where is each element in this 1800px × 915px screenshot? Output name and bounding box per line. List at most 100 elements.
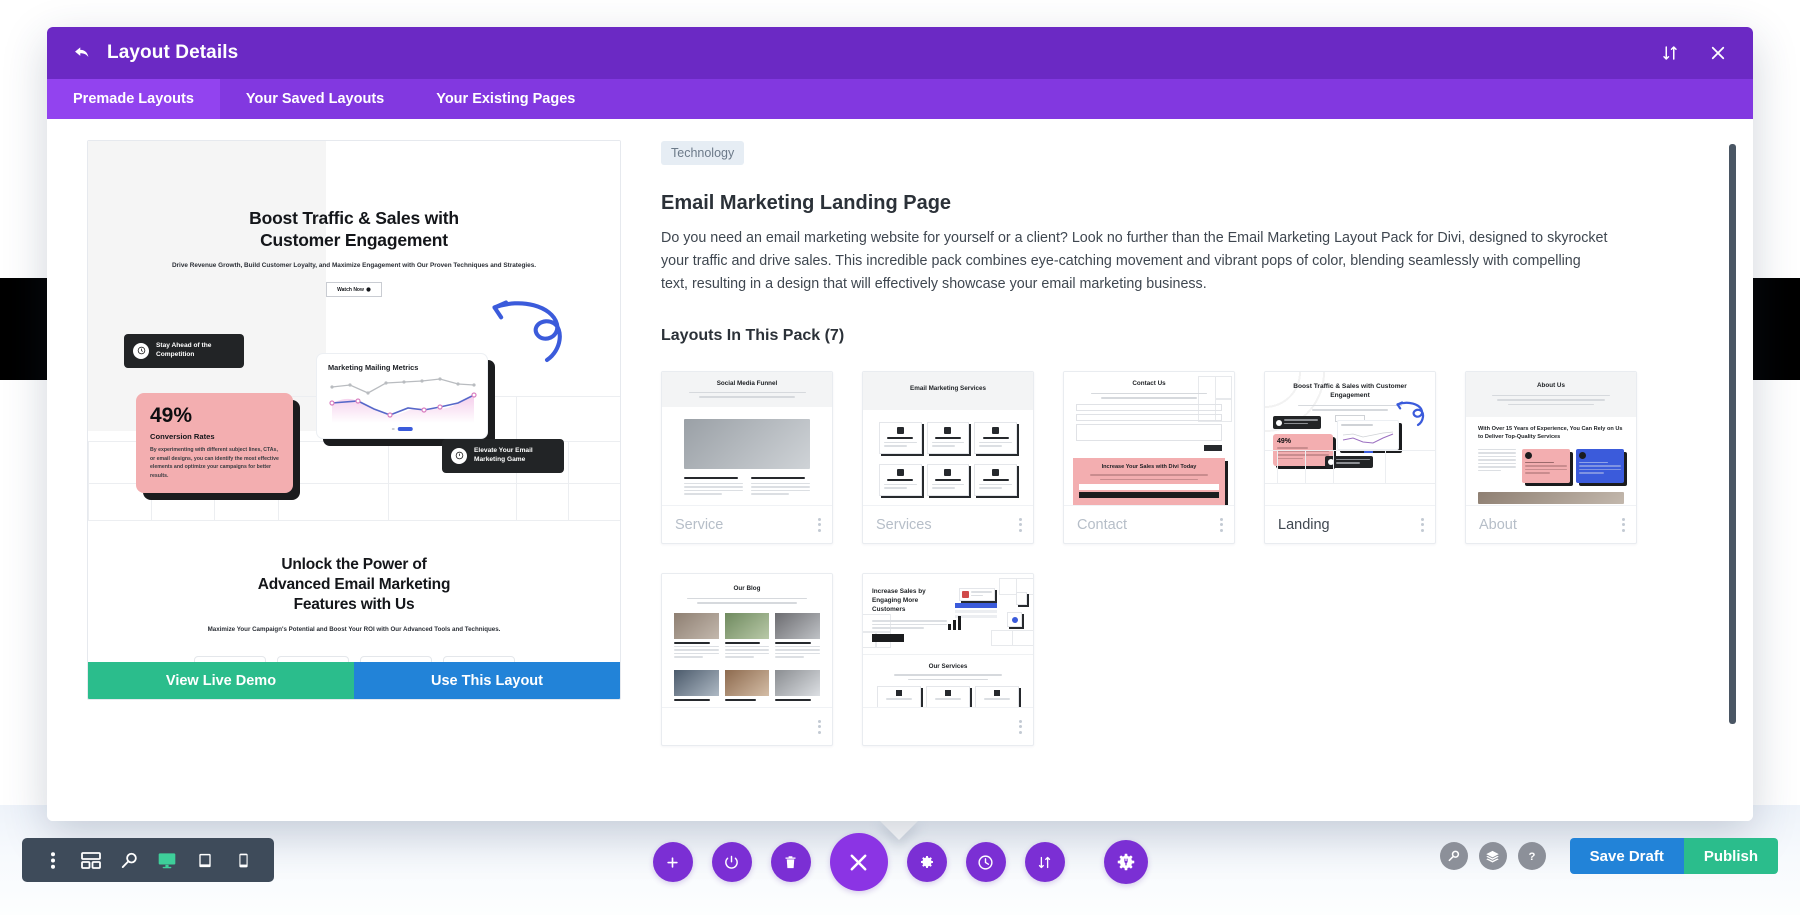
thumb-title: Boost Traffic & Sales with Customer Enga… [1287,383,1413,400]
play-circle-icon [366,287,371,292]
layout-card-about[interactable]: About Us With Over 15 Years of Experienc… [1465,371,1637,544]
lower-title-line-3: Features with Us [128,595,580,615]
layout-card-menu-icon[interactable] [818,518,821,532]
sort-updown-icon[interactable] [1659,42,1681,64]
svg-text:?: ? [1528,851,1535,863]
help-question-icon[interactable]: ? [1518,842,1546,870]
layout-preview-scroll[interactable]: Boost Traffic & Sales with Customer Enga… [88,141,620,662]
chip-elevate-label: Elevate Your Email Marketing Game [474,447,552,465]
layout-card-footer [863,707,1033,745]
close-x-icon[interactable] [1707,42,1729,64]
thumb-title: Social Media Funnel [672,380,822,388]
history-clock-icon[interactable] [966,842,1006,882]
gear-settings-icon[interactable] [907,842,947,882]
layout-thumbnail: Our Blog [662,574,832,707]
layouts-grid: Social Media Funnel [661,371,1695,746]
layout-card-services[interactable]: Email Marketing Services [862,371,1034,544]
layout-card-footer: Service [662,505,832,543]
thumb-body [863,410,1033,506]
search-zoom-icon[interactable] [1440,842,1468,870]
details-scrollbar-thumb[interactable] [1729,144,1736,724]
preview-chip-stay-ahead: Stay Ahead of the Competition [124,334,244,368]
tab-premade-layouts[interactable]: Premade Layouts [47,79,220,119]
thumb-service-grid [879,422,1017,496]
preview-metric-card: Marketing Mailing Metrics [316,353,488,439]
thumb-title: Increase Sales by Engaging More Customer… [872,588,947,615]
tab-your-saved-layouts[interactable]: Your Saved Layouts [220,79,410,119]
layout-card-footer [662,707,832,745]
tab-your-existing-pages[interactable]: Your Existing Pages [410,79,601,119]
layout-details-modal: Layout Details Premade Layouts Your Save… [47,27,1753,821]
close-x-icon[interactable] [830,833,888,891]
preview-cta-bar: View Live Demo Use This Layout [88,662,620,699]
blue-squiggle-arrow-icon [488,296,570,378]
layout-preview-column: Boost Traffic & Sales with Customer Enga… [47,119,621,821]
layout-card-blog[interactable]: Our Blog [661,573,833,746]
layout-card-footer: Services [863,505,1033,543]
right-toolbar: ? Save Draft Publish [1440,838,1778,874]
stat-value: 49% [150,405,279,426]
layout-details-column: Technology Email Marketing Landing Page … [621,119,1753,821]
modal-header-actions [1659,42,1729,64]
layout-card-name: Service [675,517,723,533]
layout-card-footer: Contact [1064,505,1234,543]
page-title: Layout Details [107,42,238,64]
preview-lower-section: Unlock the Power of Advanced Email Marke… [88,521,620,662]
layout-card-sales[interactable]: Increase Sales by Engaging More Customer… [862,573,1034,746]
layout-card-name: Contact [1077,517,1127,533]
bar-chart-icon [947,616,963,630]
publish-button[interactable]: Publish [1684,838,1778,874]
thumb-body [662,407,832,505]
preview-stat-card: 49% Conversion Rates By experimenting wi… [136,393,293,493]
thumb-header: Email Marketing Services [863,372,1033,409]
layout-card-menu-icon[interactable] [1622,518,1625,532]
trash-icon[interactable] [771,842,811,882]
stat-description: By experimenting with different subject … [150,446,279,481]
back-arrow-icon[interactable] [71,42,93,64]
use-this-layout-button[interactable]: Use This Layout [354,662,620,699]
preview-lower-title: Unlock the Power of Advanced Email Marke… [128,555,580,615]
modal-header: Layout Details [47,27,1753,79]
preview-hero-section: Boost Traffic & Sales with Customer Enga… [88,141,620,521]
lower-title-line-1: Unlock the Power of [128,555,580,575]
stat-label: Conversion Rates [150,432,279,441]
layout-card-menu-icon[interactable] [1421,518,1424,532]
thumb-banner: Increase Your Sales with Divi Today [1079,464,1219,471]
layout-thumbnail: Contact Us Increase Your Sales wit [1064,372,1234,505]
target-icon [133,343,149,359]
tab-bar: Premade Layouts Your Saved Layouts Your … [47,79,1753,119]
layers-icon[interactable] [1479,842,1507,870]
layout-preview-card: Boost Traffic & Sales with Customer Enga… [87,140,621,700]
preview-hero-title: Boost Traffic & Sales with Customer Enga… [88,141,620,252]
metric-card-title: Marketing Mailing Metrics [328,363,476,372]
add-plus-icon[interactable] [653,842,693,882]
layout-card-name: About [1479,517,1517,533]
layout-thumbnail: Email Marketing Services [863,372,1033,505]
layout-card-menu-icon[interactable] [1220,518,1223,532]
layout-card-menu-icon[interactable] [1019,518,1022,532]
layout-card-footer: Landing [1265,505,1435,543]
sort-updown-icon[interactable] [1025,842,1065,882]
power-icon [451,448,467,464]
save-draft-button[interactable]: Save Draft [1570,838,1684,874]
preview-watch-now-button[interactable]: Watch Now [326,282,382,297]
power-toggle-icon[interactable] [712,842,752,882]
layout-card-contact[interactable]: Contact Us Increase Your Sales wit [1063,371,1235,544]
category-tag[interactable]: Technology [661,141,744,165]
lower-title-line-2: Advanced Email Marketing [128,575,580,595]
plugin-gear-icon[interactable] [1104,840,1148,884]
preview-lower-subtitle: Maximize Your Campaign's Potential and B… [128,615,580,636]
layout-card-landing[interactable]: Boost Traffic & Sales with Customer Enga… [1264,371,1436,544]
thumb-header: About Us [1466,372,1636,417]
preview-chip-elevate: Elevate Your Email Marketing Game [442,439,564,473]
metric-line-chart [328,377,478,425]
letterbox-bar-left [0,278,47,380]
layout-pack-title: Email Marketing Landing Page [661,192,1695,215]
layout-card-service[interactable]: Social Media Funnel [661,371,833,544]
layout-card-menu-icon[interactable] [1019,720,1022,734]
view-live-demo-button[interactable]: View Live Demo [88,662,354,699]
preview-lower-feature-boxes [128,656,580,662]
thumb-title: Our Blog [676,585,818,593]
layout-card-menu-icon[interactable] [818,720,821,734]
thumb-title: Email Marketing Services [873,385,1023,393]
